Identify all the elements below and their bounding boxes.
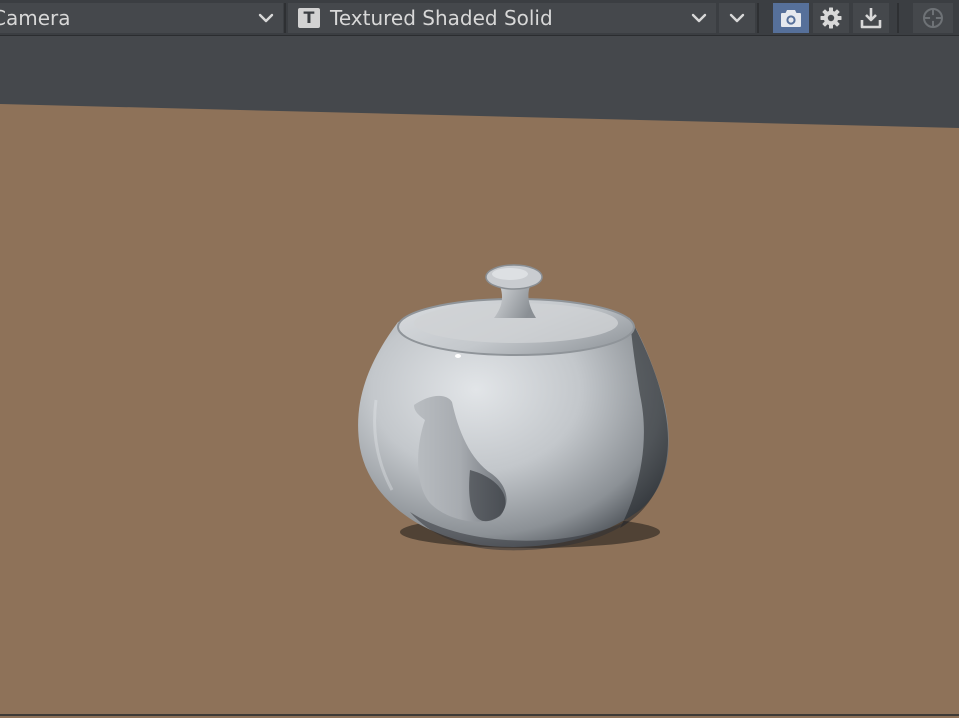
chevron-down-icon xyxy=(686,3,712,33)
export-button[interactable] xyxy=(853,3,889,33)
viewport-options-menu-button[interactable] xyxy=(719,3,755,33)
camera-button[interactable] xyxy=(773,3,809,33)
toolbar-divider xyxy=(897,3,899,33)
settings-button[interactable] xyxy=(813,3,849,33)
3d-viewport[interactable] xyxy=(0,36,959,718)
toolbar-divider xyxy=(757,3,759,33)
camera-view-dropdown[interactable]: Camera xyxy=(0,3,283,33)
chevron-down-icon xyxy=(253,3,279,33)
layout-viewport-window: Camera T Textured Shaded Solid xyxy=(0,0,959,718)
render-mode-label: Textured Shaded Solid xyxy=(330,6,553,30)
camera-view-label: Camera xyxy=(0,6,71,30)
toolbar-divider xyxy=(284,3,286,33)
viewport-toolbar: Camera T Textured Shaded Solid xyxy=(0,0,959,36)
render-mode-dropdown[interactable]: T Textured Shaded Solid xyxy=(288,3,716,33)
center-view-button[interactable] xyxy=(913,3,953,33)
texture-mode-icon: T xyxy=(298,8,320,28)
viewport-scene xyxy=(0,36,959,718)
